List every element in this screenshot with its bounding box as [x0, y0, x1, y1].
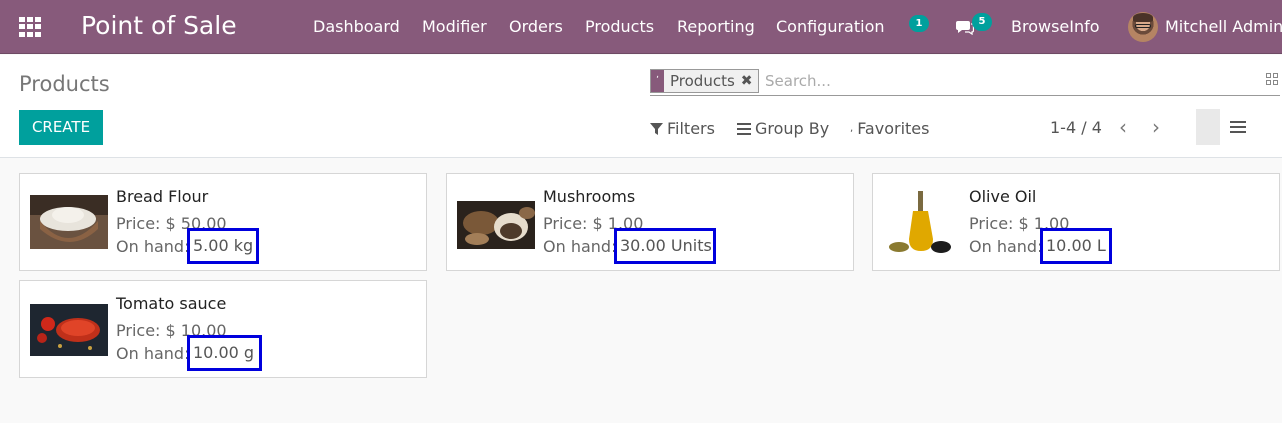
messages-button[interactable]: 5	[950, 10, 996, 42]
top-navbar: Point of Sale Dashboard Modifier Orders …	[0, 0, 1282, 54]
facet-category-icon: ,	[651, 70, 664, 92]
onhand-label: On hand:	[116, 237, 190, 256]
menu-orders[interactable]: Orders	[509, 17, 563, 36]
product-onhand: On hand: 5.00 kg	[116, 228, 259, 264]
facet-value: Products	[670, 72, 735, 90]
product-name: Bread Flour	[116, 187, 209, 206]
kanban-view-button[interactable]	[1196, 109, 1220, 145]
page-title: Products	[19, 72, 110, 96]
activity-badge: 1	[909, 15, 929, 32]
facet-remove-icon[interactable]: ✖	[741, 73, 758, 89]
onhand-quantity: 10.00 L	[1040, 228, 1112, 264]
pager-previous-icon[interactable]: ‹	[1119, 117, 1127, 137]
onhand-quantity: 10.00 g	[187, 335, 262, 371]
control-panel: Products , Products ✖ CREATE Filters Gro…	[0, 55, 1282, 158]
favorites-dropdown[interactable]: , Favorites	[850, 119, 929, 138]
onhand-label: On hand:	[969, 237, 1043, 256]
product-name: Mushrooms	[543, 187, 636, 206]
list-icon	[1230, 121, 1246, 133]
product-onhand: On hand: 10.00 L	[969, 228, 1112, 264]
create-button[interactable]: CREATE	[19, 110, 103, 145]
menu-configuration[interactable]: Configuration	[776, 17, 885, 36]
product-card[interactable]: Bread Flour Price: $ 50.00 On hand: 5.00…	[19, 173, 427, 271]
search-bar: , Products ✖	[650, 68, 1280, 96]
company-switcher[interactable]: BrowseInfo	[1011, 17, 1100, 36]
product-card[interactable]: Mushrooms Price: $ 1.00 On hand: 30.00 U…	[446, 173, 854, 271]
filter-icon	[650, 123, 663, 135]
group-by-icon	[737, 122, 751, 135]
list-view-button[interactable]	[1228, 109, 1252, 145]
group-by-label: Group By	[755, 119, 830, 138]
activity-button[interactable]: 1	[906, 12, 934, 40]
menu-modifier[interactable]: Modifier	[422, 17, 487, 36]
product-image	[883, 187, 961, 259]
menu-reporting[interactable]: Reporting	[677, 17, 755, 36]
product-card[interactable]: Olive Oil Price: $ 1.00 On hand: 10.00 L	[872, 173, 1280, 271]
search-options-toggle-icon[interactable]	[1266, 73, 1278, 85]
product-name: Tomato sauce	[116, 294, 227, 313]
user-avatar[interactable]	[1128, 12, 1158, 42]
product-card[interactable]: Tomato sauce Price: $ 10.00 On hand: 10.…	[19, 280, 427, 378]
product-onhand: On hand: 10.00 g	[116, 335, 262, 371]
product-image	[457, 201, 535, 249]
app-title[interactable]: Point of Sale	[81, 11, 237, 40]
product-name: Olive Oil	[969, 187, 1037, 206]
user-menu[interactable]: Mitchell Admin	[1165, 17, 1282, 36]
pager-value[interactable]: 1-4 / 4	[1050, 118, 1102, 137]
onhand-quantity: 30.00 Units	[614, 228, 716, 264]
messages-badge: 5	[972, 13, 992, 31]
menu-products[interactable]: Products	[585, 17, 654, 36]
apps-menu-icon[interactable]	[19, 17, 41, 37]
onhand-quantity: 5.00 kg	[187, 228, 259, 264]
product-image	[30, 304, 108, 356]
filters-label: Filters	[667, 119, 715, 138]
onhand-label: On hand:	[543, 237, 617, 256]
favorites-label: Favorites	[857, 119, 930, 138]
search-facet: , Products ✖	[650, 69, 759, 93]
menu-dashboard[interactable]: Dashboard	[313, 17, 400, 36]
onhand-label: On hand:	[116, 344, 190, 363]
product-onhand: On hand: 30.00 Units	[543, 228, 716, 264]
search-input[interactable]	[765, 69, 1255, 93]
product-image	[30, 195, 108, 249]
filters-dropdown[interactable]: Filters	[650, 119, 715, 138]
group-by-dropdown[interactable]: Group By	[737, 119, 829, 138]
favorites-icon: ,	[850, 123, 854, 134]
pager-next-icon[interactable]: ›	[1152, 117, 1160, 137]
